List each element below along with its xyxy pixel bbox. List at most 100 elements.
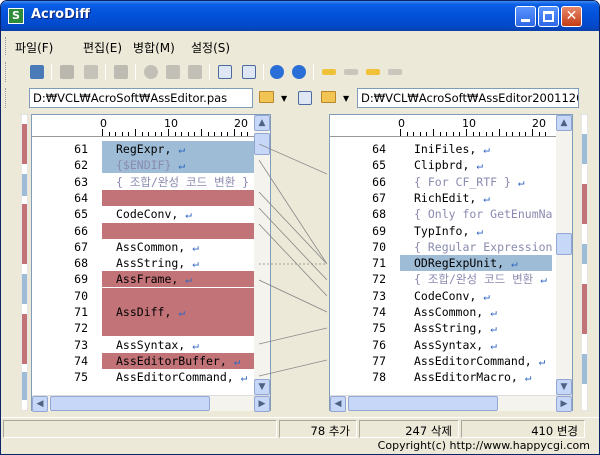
ruler-tick <box>439 132 441 136</box>
app-window: S AcroDiff ✕ 파일(F) 편집(E) 병합(M) 설정(S) D:₩… <box>0 0 600 455</box>
close-button[interactable]: ✕ <box>561 6 582 27</box>
right-horizontal-scrollbar[interactable]: ◀ ▶ <box>330 395 572 412</box>
code-content: Clipbrd, <box>414 158 470 173</box>
right-location-strip[interactable] <box>581 114 588 411</box>
left-location-strip[interactable] <box>21 114 28 411</box>
code-line[interactable]: { 조합/완성 코드 변환 ↵ 72 <box>330 271 552 288</box>
scroll-down-button[interactable]: ▼ <box>556 379 572 395</box>
code-line[interactable]: Clipbrd, ↵ 65 <box>330 157 552 174</box>
left-horizontal-scrollbar[interactable]: ◀ ▶ <box>32 395 270 412</box>
refresh-icon <box>114 65 128 79</box>
code-line[interactable]: { Only for GetEnumName ↵ 68 <box>330 206 552 223</box>
ruler-tick <box>512 132 514 136</box>
status-panel-empty <box>3 420 277 438</box>
menu-merge[interactable]: 병합(M) <box>133 39 175 56</box>
code-line[interactable]: TypInfo, ↵ 69 <box>330 222 552 239</box>
title-bar[interactable]: S AcroDiff ✕ <box>1 1 599 31</box>
code-line[interactable]: AssSyntax, ↵ 76 <box>330 336 552 353</box>
scroll-left-button[interactable]: ◀ <box>32 396 48 412</box>
code-line[interactable]: AssCommon, ↵ 74 <box>330 304 552 320</box>
ruler-tick <box>413 132 415 136</box>
code-line[interactable]: AssEditorBuffer, ↵ 74 <box>32 352 254 369</box>
code-text <box>102 189 254 206</box>
code-line[interactable]: 66 <box>32 222 254 239</box>
code-line[interactable]: AssEditorMacro, ↵ 78 <box>330 369 552 386</box>
scroll-thumb[interactable] <box>348 396 498 411</box>
code-content: RegExpr, <box>116 142 172 156</box>
scroll-left-button[interactable]: ◀ <box>330 396 346 412</box>
code-text: { 조합/완성 코드 변환 } ↵ <box>102 174 254 190</box>
code-line[interactable]: IniFiles, ↵ 64 <box>330 141 552 157</box>
merge-all-right-button[interactable] <box>385 62 405 82</box>
code-line[interactable]: AssString, ↵ 68 <box>32 255 254 272</box>
menu-file[interactable]: 파일(F) <box>15 39 53 56</box>
line-number: 67 <box>330 189 392 206</box>
menu-grip[interactable] <box>5 37 8 55</box>
right-vertical-scrollbar[interactable]: ▲ ▼ <box>556 115 572 395</box>
toolbar-grip[interactable] <box>5 62 8 82</box>
code-content: AssString, <box>116 256 186 271</box>
save-as-button[interactable] <box>81 62 101 82</box>
paste-button[interactable] <box>185 62 205 82</box>
line-return-icon: ↵ <box>185 273 192 287</box>
ruler-tick <box>168 129 169 136</box>
refresh-button[interactable] <box>111 62 131 82</box>
code-text: { 조합/완성 코드 변환 ↵ <box>400 271 552 287</box>
code-line[interactable]: AssEditorCommand, ↵ 77 <box>330 352 552 369</box>
ruler-tick <box>505 132 507 136</box>
right-diff-pane[interactable]: 0 10 20 IniFiles, ↵ 64 Clipbrd, ↵ 65{ For C… <box>329 114 573 412</box>
next-diff-button[interactable] <box>289 62 309 82</box>
merge-all-left-button[interactable] <box>363 62 383 82</box>
copy-button[interactable] <box>163 62 183 82</box>
menu-settings[interactable]: 설정(S) <box>191 39 230 56</box>
line-return-icon: ↵ <box>192 257 199 271</box>
left-diff-pane[interactable]: 0 10 20 RegExpr, ↵ 61 {$ENDIF} ↵ 62{ 조합/완성 … <box>31 114 271 412</box>
ruler-tick <box>227 132 229 136</box>
scroll-thumb[interactable] <box>50 396 210 411</box>
code-line[interactable]: { Regular Expressions ↵ 70 <box>330 238 552 255</box>
line-return-icon: ↵ <box>483 143 490 156</box>
left-file-path[interactable]: D:₩VCL₩AcroSoft₩AssEditor.pas <box>29 88 253 108</box>
merge-left-button[interactable] <box>319 62 339 82</box>
left-dropdown-icon[interactable]: ▼ <box>281 94 287 103</box>
code-line[interactable]: { For CF_RTF } ↵ 66 <box>330 173 552 190</box>
menu-edit[interactable]: 편집(E) <box>83 39 122 56</box>
code-line[interactable]: AssDiff, ↵ 71 <box>32 304 254 320</box>
maximize-button[interactable] <box>538 6 559 27</box>
right-dropdown-icon[interactable]: ▼ <box>343 94 349 103</box>
merge-right-button[interactable] <box>341 62 361 82</box>
code-line[interactable]: CodeConv, ↵ 73 <box>330 287 552 304</box>
pathbar-grip[interactable] <box>5 88 8 108</box>
code-line[interactable]: RegExpr, ↵ 61 <box>32 141 254 157</box>
open-book-button[interactable] <box>27 62 47 82</box>
code-line[interactable]: 70 <box>32 287 254 304</box>
save-button[interactable] <box>57 62 77 82</box>
code-content: { Only for GetEnumName <box>414 207 552 222</box>
left-folder-icon[interactable] <box>259 91 274 103</box>
ruler-label-20: 20 <box>234 117 248 130</box>
code-line[interactable]: 64 <box>32 189 254 206</box>
view-right-button[interactable] <box>239 62 259 82</box>
code-line[interactable]: CodeConv, ↵ 65 <box>32 206 254 223</box>
code-line[interactable]: 72 <box>32 320 254 337</box>
scroll-thumb[interactable] <box>556 233 572 255</box>
right-file-path[interactable]: D:₩VCL₩AcroSoft₩AssEditor20011203 <box>357 88 579 108</box>
code-line[interactable]: { 조합/완성 코드 변환 } ↵ 63 <box>32 173 254 190</box>
code-line[interactable]: AssCommon, ↵ 67 <box>32 238 254 255</box>
code-line[interactable]: RichEdit, ↵ 67 <box>330 189 552 206</box>
code-line[interactable]: AssEditorCommand, ↵ 75 <box>32 369 254 386</box>
cut-button[interactable] <box>141 62 161 82</box>
view-left-button[interactable] <box>215 62 235 82</box>
minimize-button[interactable] <box>515 6 536 27</box>
code-line[interactable]: AssString, ↵ 75 <box>330 320 552 337</box>
code-line[interactable]: AssFrame, ↵ 69 <box>32 271 254 288</box>
code-content: CodeConv, <box>116 207 179 222</box>
code-line[interactable]: {$ENDIF} ↵ 62 <box>32 157 254 174</box>
previous-diff-button[interactable] <box>267 62 287 82</box>
sync-view-button[interactable] <box>295 88 315 108</box>
right-folder-icon[interactable] <box>321 91 336 103</box>
code-line[interactable]: ODRegExpUnit, ↵ 71 <box>330 255 552 272</box>
scroll-up-button[interactable]: ▲ <box>556 115 572 131</box>
code-line[interactable]: AssSyntax, ↵ 73 <box>32 336 254 353</box>
scroll-right-button[interactable]: ▶ <box>556 396 572 412</box>
